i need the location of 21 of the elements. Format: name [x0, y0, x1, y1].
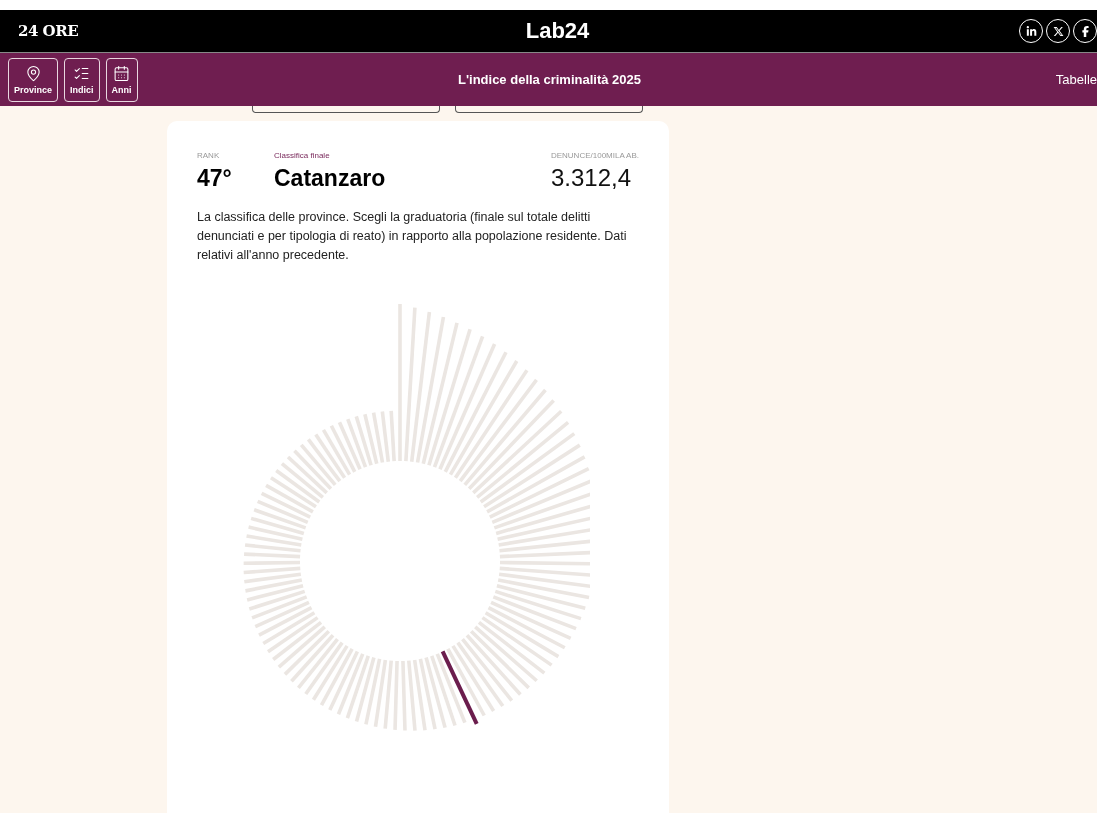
calendar-icon [113, 64, 131, 82]
dropdown-edge[interactable] [455, 106, 643, 113]
bar [244, 543, 301, 553]
nav-button[interactable]: Anni [105, 57, 138, 102]
page-title: L'indice della criminalità 2025 [457, 72, 642, 87]
bar [280, 462, 324, 499]
rate-value: 3.312,4 [550, 164, 633, 192]
rank-label: RANK [197, 151, 221, 160]
rank-value: 47° [197, 165, 233, 192]
pin-icon [24, 64, 42, 82]
newspaper-logo[interactable]: 24 ORE [18, 22, 138, 40]
nav-button[interactable]: Indici [64, 57, 100, 102]
ranking-label: Classifica finale [274, 151, 331, 160]
tables-link[interactable]: Tabelle [1055, 72, 1097, 87]
description: La classifica delle province. Scegli la graduatoria (finale sul totale delitti denunciati e per tipologia di reato) in rapporto alla popolazione residente. Dati relativi all'anno precedente. [197, 209, 628, 264]
bar [371, 412, 385, 463]
province-name: Catanzaro [274, 165, 387, 192]
brand-logo[interactable]: Lab24 [525, 18, 590, 44]
nav-button[interactable]: Province [8, 57, 59, 102]
value-label: DENUNCE/100MILA AB. [550, 151, 639, 160]
dropdown-edge[interactable] [252, 106, 440, 113]
